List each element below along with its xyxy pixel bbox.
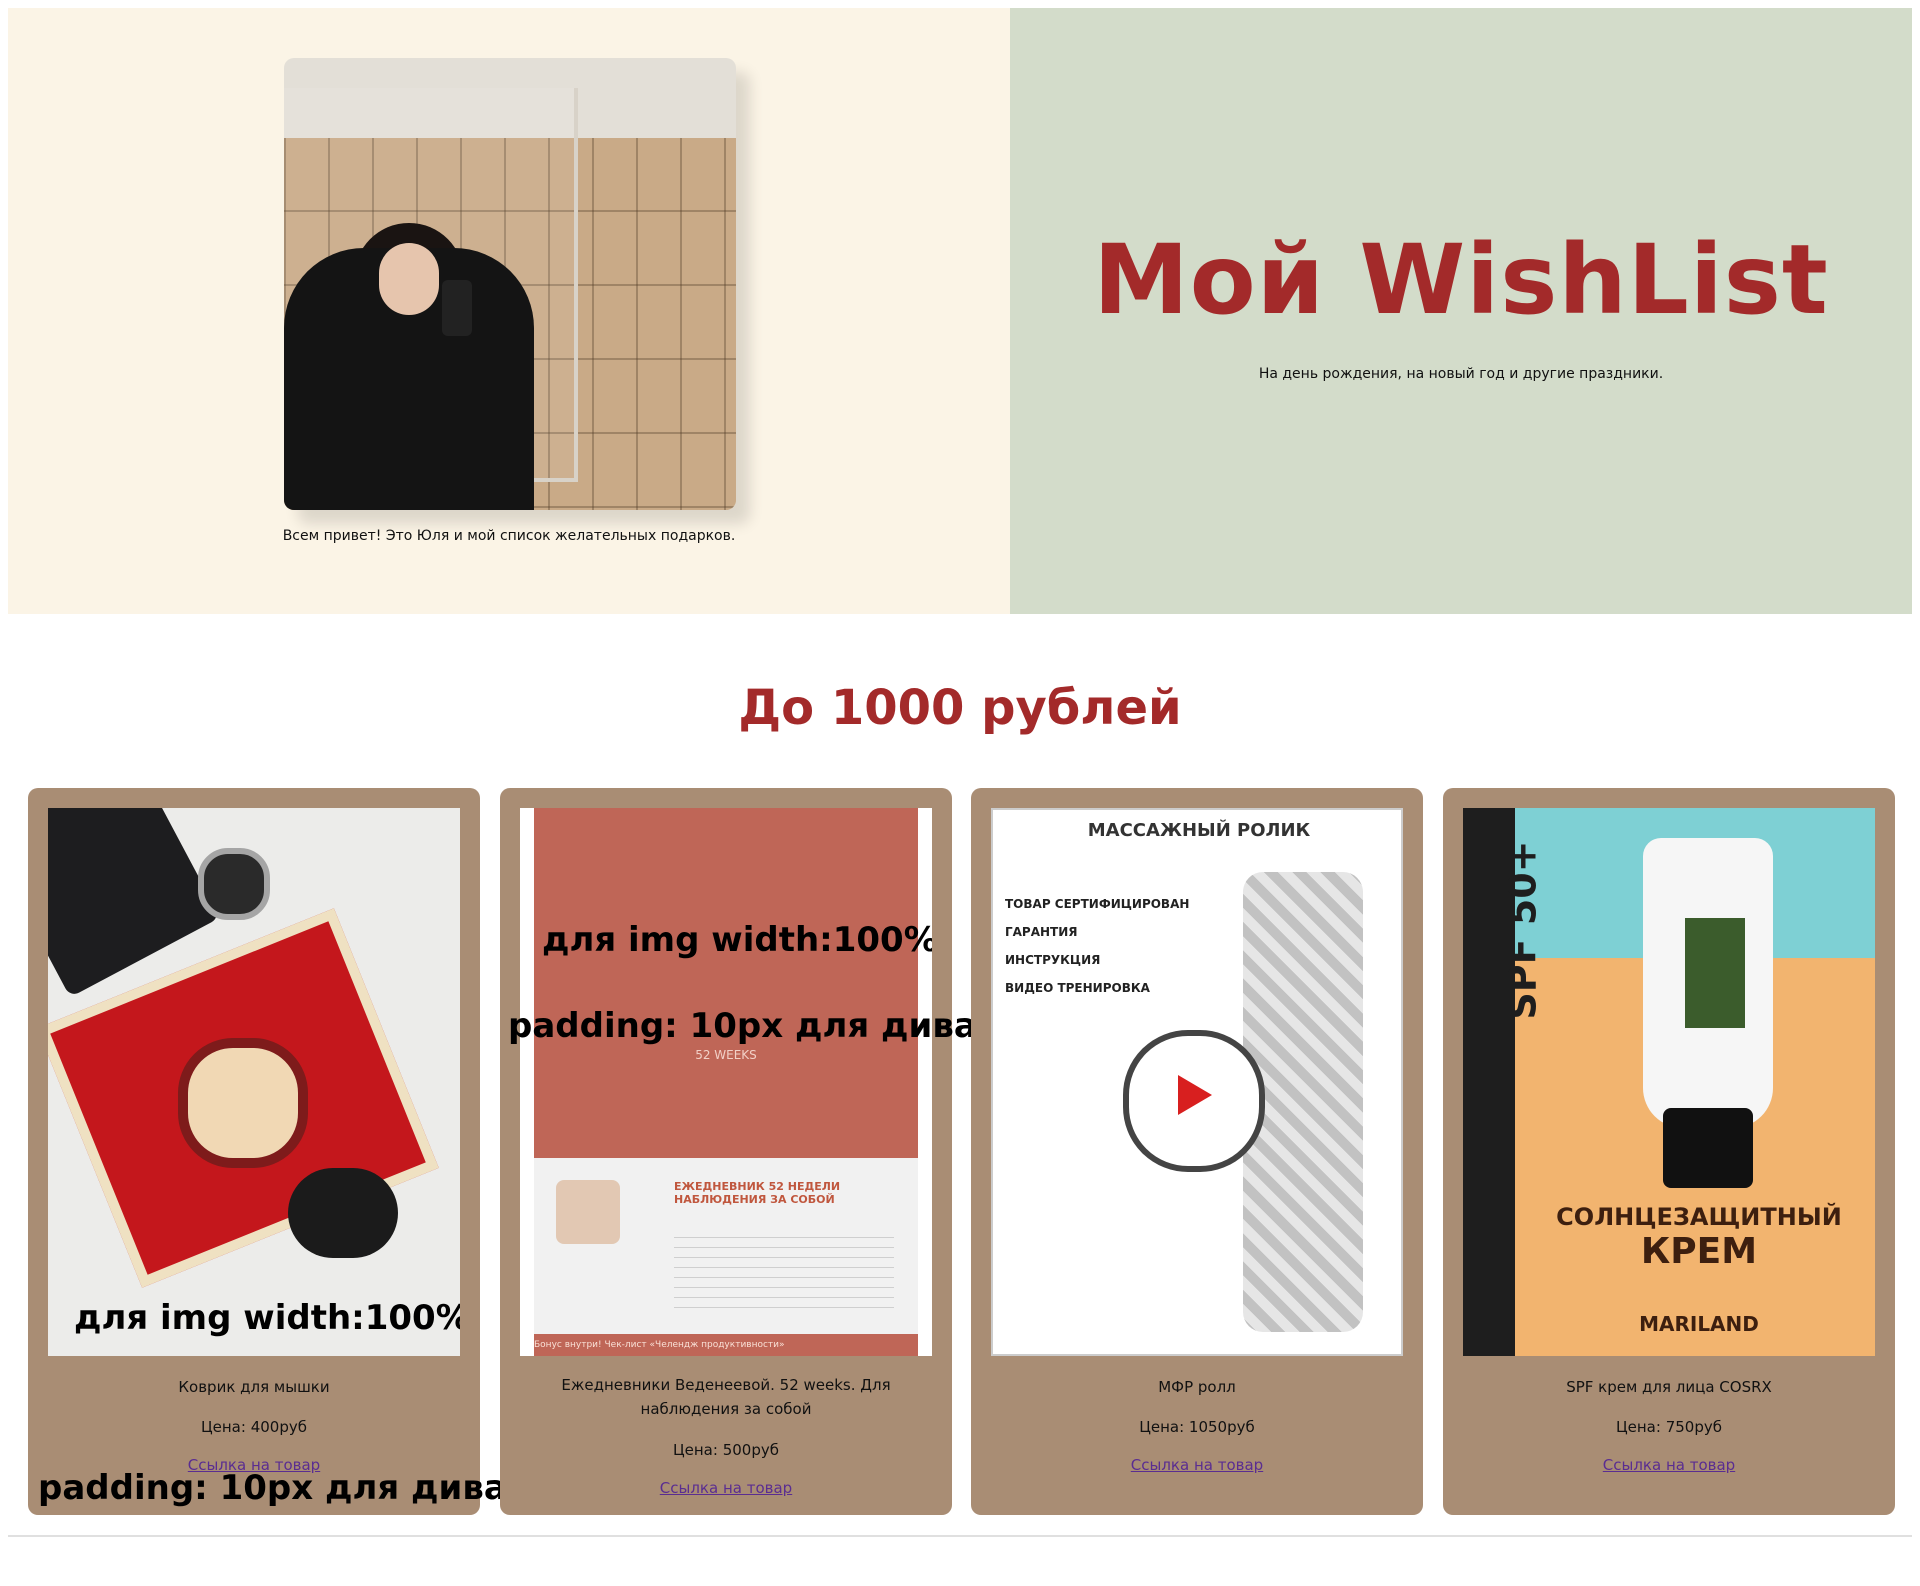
product-price: Цена: 400руб <box>201 1418 307 1436</box>
hero-right-panel: Мой WishList На день рождения, на новый … <box>1010 8 1912 614</box>
watch-graphic <box>198 848 270 920</box>
author-avatar <box>556 1180 620 1244</box>
planner-cover-top <box>534 808 918 1158</box>
hero-section: Всем привет! Это Юля и мой список желате… <box>8 8 1912 614</box>
overlay-div-note: padding: 10px для дива <box>38 1468 507 1508</box>
page-title: Мой WishList <box>1093 224 1829 336</box>
roller-header: МАССАЖНЫЙ РОЛИК <box>1087 820 1311 841</box>
product-name: МФР ролл <box>1158 1378 1236 1396</box>
product-image-planner[interactable]: 52 WEEKS ЕЖЕДНЕВНИК 52 НЕДЕЛИ НАБЛЮДЕНИЯ… <box>520 808 932 1356</box>
spf-product-line1: СОЛНЦЕЗАЩИТНЫЙ <box>1556 1203 1842 1231</box>
product-card-spf: SPF 50+ СОЛНЦЕЗАЩИТНЫЙ КРЕМ MARILAND SPF… <box>1443 788 1895 1515</box>
planner-subhead: 52 WEEKS <box>695 1048 757 1062</box>
profile-photo <box>284 58 736 510</box>
play-icon <box>1178 1075 1212 1115</box>
product-link[interactable]: Ссылка на товар <box>991 1456 1403 1474</box>
greeting-text: Всем привет! Это Юля и мой список желате… <box>282 528 736 544</box>
spf-brand: MARILAND <box>1639 1312 1759 1336</box>
product-card-roller: МАССАЖНЫЙ РОЛИК ТОВАР СЕРТИФИЦИРОВАН ГАР… <box>971 788 1423 1515</box>
tube-cap <box>1663 1108 1753 1188</box>
product-price: Цена: 1050руб <box>1139 1418 1255 1436</box>
product-image-mousepad[interactable]: для img width:100% <box>48 808 460 1356</box>
feature-video: ВИДЕО ТРЕНИРОВКА <box>1005 981 1150 995</box>
planner-body-text <box>674 1228 894 1308</box>
photo-face <box>379 243 439 315</box>
product-name: Коврик для мышки <box>178 1378 330 1396</box>
product-card-mousepad: для img width:100% Коврик для мышки Цена… <box>28 788 507 1515</box>
product-price: Цена: 750руб <box>1616 1418 1722 1436</box>
page-subtitle: На день рождения, на новый год и другие … <box>1258 366 1664 382</box>
tube-label <box>1685 918 1745 1028</box>
mouse-graphic <box>288 1168 398 1258</box>
photo-phone <box>442 280 472 336</box>
planner-heading: ЕЖЕДНЕВНИК 52 НЕДЕЛИ НАБЛЮДЕНИЯ ЗА СОБОЙ <box>674 1180 841 1206</box>
overlay-img-note: для img width:100% <box>542 920 932 960</box>
product-card-planner: 52 WEEKS ЕЖЕДНЕВНИК 52 НЕДЕЛИ НАБЛЮДЕНИЯ… <box>500 788 977 1515</box>
product-name: SPF крем для лица COSRX <box>1566 1378 1772 1396</box>
spf-product-title: СОЛНЦЕЗАЩИТНЫЙ КРЕМ MARILAND <box>1523 1203 1875 1336</box>
overlay-div-note: padding: 10px для дива <box>508 1006 977 1046</box>
bottom-divider <box>8 1535 1912 1537</box>
feature-instructions: ИНСТРУКЦИЯ <box>1005 953 1101 967</box>
planner-footer: Бонус внутри! Чек-лист «Челендж продукти… <box>534 1334 918 1356</box>
spf-label: SPF 50+ <box>1500 840 1545 1020</box>
spf-product-line2: КРЕМ <box>1640 1231 1758 1272</box>
hero-left-panel: Всем привет! Это Юля и мой список желате… <box>8 8 1010 614</box>
product-price: Цена: 500руб <box>673 1441 779 1459</box>
overlay-img-note: для img width:100% <box>74 1298 460 1338</box>
rug-medallion-graphic <box>178 1038 308 1168</box>
product-link[interactable]: Ссылка на товар <box>520 1479 932 1497</box>
feature-certified: ТОВАР СЕРТИФИЦИРОВАН <box>1005 897 1190 911</box>
roller-features: ТОВАР СЕРТИФИЦИРОВАН ГАРАНТИЯ ИНСТРУКЦИЯ… <box>1005 890 1205 1002</box>
feature-guarantee: ГАРАНТИЯ <box>1005 925 1078 939</box>
section-title: До 1000 рублей <box>738 680 1182 736</box>
product-name: Ежедневники Веденеевой. 52 weeks. Для на… <box>561 1376 891 1418</box>
product-image-spf[interactable]: SPF 50+ СОЛНЦЕЗАЩИТНЫЙ КРЕМ MARILAND <box>1463 808 1875 1356</box>
product-image-roller[interactable]: МАССАЖНЫЙ РОЛИК ТОВАР СЕРТИФИЦИРОВАН ГАР… <box>991 808 1403 1356</box>
product-link[interactable]: Ссылка на товар <box>1463 1456 1875 1474</box>
